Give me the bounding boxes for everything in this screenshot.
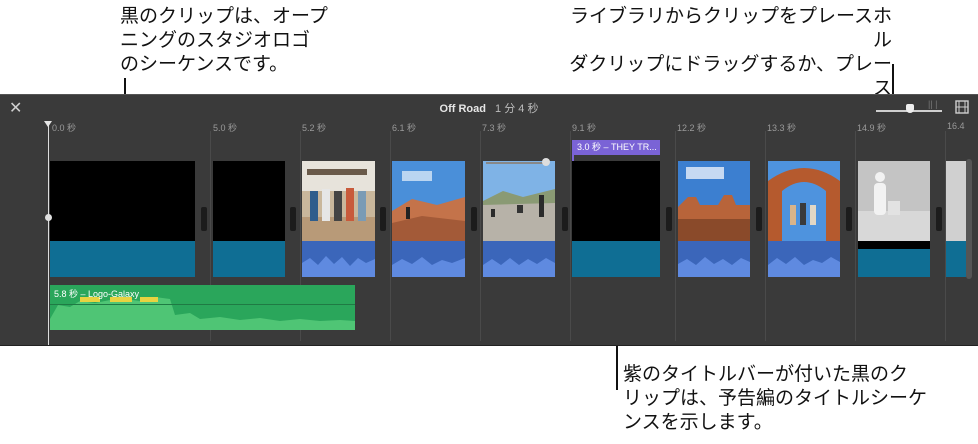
clip-volume-line[interactable]: [486, 162, 548, 164]
ruler-label: 0.0 秒: [52, 123, 77, 133]
clip-thumbnail: [392, 161, 465, 241]
clip-video: [50, 161, 195, 241]
clip-audio: [50, 241, 195, 277]
clip-thumbnail: [678, 161, 750, 241]
film-strip-icon[interactable]: [955, 100, 969, 114]
transition-handle[interactable]: [471, 207, 477, 231]
transition-handle[interactable]: [756, 207, 762, 231]
clip-audio: [858, 249, 930, 277]
clip-audio: [483, 241, 555, 277]
clip-audio: [572, 241, 660, 277]
ruler-label: 5.2 秒: [302, 123, 327, 133]
transition-handle[interactable]: [290, 207, 296, 231]
ruler-label: 12.2 秒: [677, 123, 707, 133]
transition-handle[interactable]: [562, 207, 568, 231]
project-title: Off Road: [439, 103, 486, 115]
clip-thumbnail: [768, 161, 840, 241]
ruler-label: 14.9 秒: [857, 123, 887, 133]
photo-clip-arch[interactable]: [768, 161, 840, 277]
ruler-label: 16.4: [947, 121, 965, 131]
title-sequence-clip[interactable]: [572, 161, 660, 277]
photo-clip-road[interactable]: [483, 158, 555, 277]
zoom-slider-knob[interactable]: [906, 104, 914, 113]
clip-thumbnail: [302, 161, 375, 241]
zoom-ticks: || |: [928, 99, 938, 109]
transition-handle[interactable]: [201, 207, 207, 231]
transition-handle[interactable]: [666, 207, 672, 231]
background-music-clip[interactable]: 5.8 秒 – Logo-Galaxy: [50, 285, 355, 330]
timeline-scrollbar[interactable]: [966, 159, 972, 279]
placeholder-divider: [858, 241, 930, 249]
clip-audio: [392, 241, 465, 277]
clip-audio: [768, 241, 840, 277]
clip-thumbnail: [946, 161, 966, 241]
transition-handle[interactable]: [380, 207, 386, 231]
clip-video: [572, 161, 660, 241]
transition-handle[interactable]: [846, 207, 852, 231]
ruler-label: 5.0 秒: [213, 123, 238, 133]
partial-clip[interactable]: [946, 161, 966, 277]
ruler-label: 7.3 秒: [482, 123, 507, 133]
playhead-handle[interactable]: [44, 121, 52, 127]
gridline: [480, 131, 481, 341]
transition-handle[interactable]: [936, 207, 942, 231]
trailer-title-bar[interactable]: 3.0 秒 – THEY TR...: [572, 140, 660, 155]
clip-audio: [678, 241, 750, 277]
placeholder-clip[interactable]: [858, 161, 930, 277]
callout-title-sequence: 紫のタイトルバーが付いた黒のク リップは、予告編のタイトルシーケ ンスを示します…: [623, 363, 928, 433]
studio-logo-clip[interactable]: [50, 161, 195, 277]
photo-clip-desert-rocks[interactable]: [392, 161, 465, 277]
photo-clip-group[interactable]: [302, 161, 375, 277]
clip-audio: [946, 241, 966, 277]
ruler-label: 9.1 秒: [572, 123, 597, 133]
clip-video: [213, 161, 285, 241]
music-clip-label: 5.8 秒 – Logo-Galaxy: [54, 289, 140, 299]
gridline: [390, 131, 391, 341]
timeline-toolbar: ✕ Off Road 1 分 4 秒 || |: [0, 95, 978, 119]
gridline: [570, 131, 571, 341]
ruler-label: 6.1 秒: [392, 123, 417, 133]
clip-volume-handle[interactable]: [542, 158, 550, 166]
clip-audio: [302, 241, 375, 277]
gridline: [855, 131, 856, 341]
ruler-label: 13.3 秒: [767, 123, 797, 133]
playhead[interactable]: [48, 125, 49, 345]
gridline: [675, 131, 676, 341]
playhead-knob[interactable]: [45, 214, 52, 221]
project-title-bar: Off Road 1 分 4 秒: [0, 100, 978, 116]
gridline: [765, 131, 766, 341]
timeline-editor: ✕ Off Road 1 分 4 秒 || | 0.0 秒 5.0 秒 5.2 …: [0, 94, 978, 346]
project-duration: 1 分 4 秒: [495, 103, 539, 115]
clip-audio: [213, 241, 285, 277]
photo-clip-valley[interactable]: [678, 161, 750, 277]
clip-thumbnail: [483, 161, 555, 241]
callout-studio-logo: 黒のクリップは、オープ ニングのスタジオロゴ のシーケンスです。: [120, 5, 328, 75]
black-clip[interactable]: [213, 161, 285, 277]
placeholder-thumbnail: [858, 161, 930, 241]
